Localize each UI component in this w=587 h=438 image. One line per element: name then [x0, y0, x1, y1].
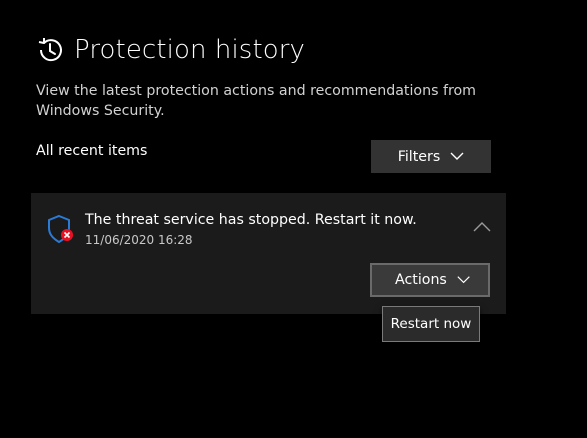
page-title: Protection history: [74, 35, 306, 65]
shield-error-icon: [48, 214, 73, 244]
collapse-button[interactable]: [472, 219, 492, 235]
history-icon: [38, 38, 62, 62]
page-header: Protection history: [36, 34, 305, 66]
filter-label: All recent items: [36, 143, 148, 159]
page-description: View the latest protection actions and r…: [36, 83, 477, 119]
protection-history-page: Protection history View the latest prote…: [0, 0, 587, 438]
actions-button[interactable]: Actions: [370, 263, 490, 297]
filters-button[interactable]: Filters: [371, 140, 491, 173]
item-timestamp: 11/06/2020 16:28: [85, 233, 193, 247]
chevron-up-icon: [473, 221, 491, 231]
item-title: The threat service has stopped. Restart …: [85, 212, 417, 228]
chevron-down-icon: [457, 276, 470, 284]
actions-menu: Restart now: [382, 306, 480, 342]
filters-button-label: Filters: [397, 148, 441, 165]
menu-item-restart-now[interactable]: Restart now: [391, 316, 472, 332]
chevron-down-icon: [450, 152, 464, 160]
history-item[interactable]: The threat service has stopped. Restart …: [31, 193, 506, 314]
actions-button-label: Actions: [395, 272, 447, 288]
